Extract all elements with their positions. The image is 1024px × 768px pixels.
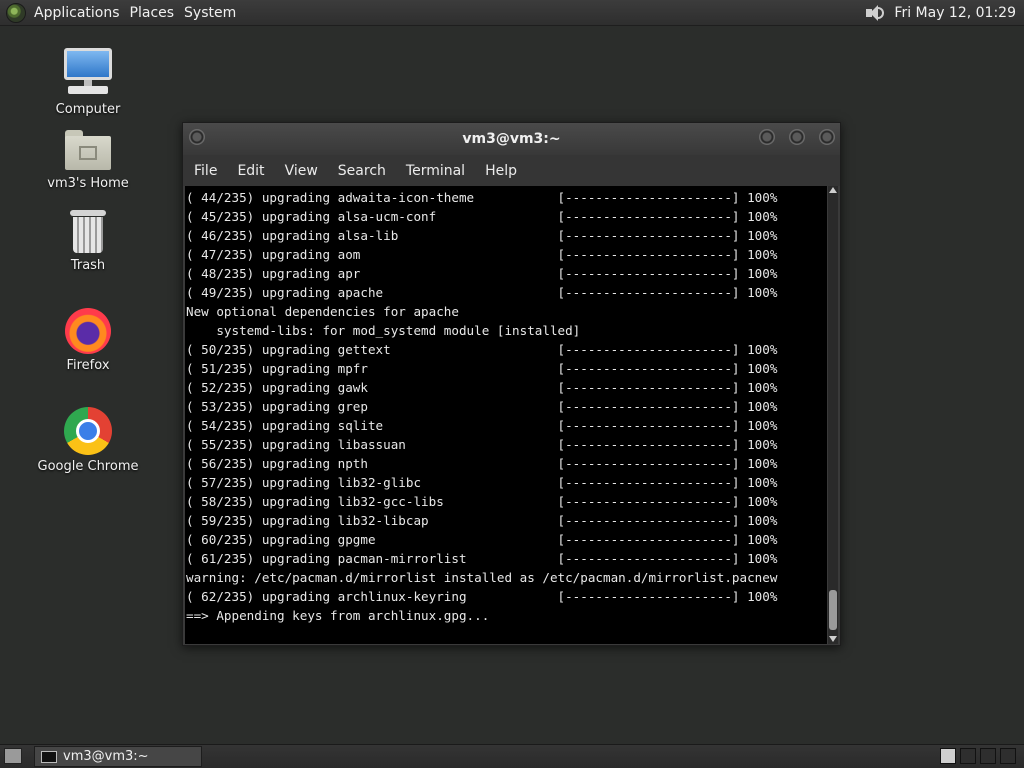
- distro-logo-icon[interactable]: [6, 2, 26, 23]
- scrollbar-thumb[interactable]: [829, 590, 837, 630]
- menu-help[interactable]: Help: [475, 163, 527, 179]
- desktop-icon-chrome[interactable]: Google Chrome: [28, 407, 148, 474]
- taskbar-item-label: vm3@vm3:~: [63, 749, 149, 764]
- places-menu[interactable]: Places: [128, 5, 183, 21]
- terminal-text: ( 44/235) upgrading adwaita-icon-theme […: [185, 186, 827, 625]
- terminal-line: ( 48/235) upgrading apr [---------------…: [186, 266, 778, 281]
- panel-tray: Fri May 12, 01:29: [864, 0, 1024, 26]
- terminal-line: ( 61/235) upgrading pacman-mirrorlist [-…: [186, 551, 778, 566]
- top-panel: Applications Places System Fri May 12, 0…: [0, 0, 1024, 26]
- desktop-icon-label: Google Chrome: [37, 459, 139, 474]
- trash-icon: [70, 210, 106, 254]
- window-title: vm3@vm3:~: [462, 131, 561, 147]
- terminal-line: ( 54/235) upgrading sqlite [------------…: [186, 418, 778, 433]
- menu-edit[interactable]: Edit: [227, 163, 274, 179]
- desktop-icon-label: Firefox: [66, 358, 110, 373]
- terminal-line: ( 50/235) upgrading gettext [-----------…: [186, 342, 778, 357]
- terminal-line: ( 55/235) upgrading libassuan [---------…: [186, 437, 778, 452]
- terminal-line: ( 57/235) upgrading lib32-glibc [-------…: [186, 475, 778, 490]
- terminal-line: warning: /etc/pacman.d/mirrorlist instal…: [186, 570, 778, 585]
- computer-icon: [64, 46, 112, 98]
- terminal-line: ( 59/235) upgrading lib32-libcap [------…: [186, 513, 778, 528]
- terminal-line: ( 44/235) upgrading adwaita-icon-theme […: [186, 190, 778, 205]
- workspace-1[interactable]: [940, 748, 956, 764]
- terminal-line: ( 53/235) upgrading grep [--------------…: [186, 399, 778, 414]
- scroll-down-icon[interactable]: [829, 636, 837, 642]
- desktop-icon-trash[interactable]: Trash: [28, 210, 148, 273]
- desktop-icon-firefox[interactable]: Firefox: [28, 308, 148, 373]
- terminal-line: ( 47/235) upgrading aom [---------------…: [186, 247, 778, 262]
- chrome-icon: [64, 407, 112, 455]
- desktop-icon-label: vm3's Home: [47, 176, 129, 191]
- terminal-output[interactable]: ( 44/235) upgrading adwaita-icon-theme […: [185, 186, 827, 644]
- terminal-line: ( 46/235) upgrading alsa-lib [----------…: [186, 228, 778, 243]
- workspace-4[interactable]: [1000, 748, 1016, 764]
- clock[interactable]: Fri May 12, 01:29: [894, 5, 1024, 21]
- minimize-button[interactable]: [759, 129, 775, 145]
- taskbar-item-terminal[interactable]: vm3@vm3:~: [34, 746, 202, 767]
- terminal-line: ( 45/235) upgrading alsa-ucm-conf [-----…: [186, 209, 778, 224]
- desktop-icon-home[interactable]: vm3's Home: [28, 130, 148, 191]
- menu-search[interactable]: Search: [328, 163, 396, 179]
- terminal-line: systemd-libs: for mod_systemd module [in…: [186, 323, 581, 338]
- bottom-panel: vm3@vm3:~: [0, 744, 1024, 768]
- terminal-scrollbar[interactable]: [828, 186, 838, 644]
- terminal-line: ( 52/235) upgrading gawk [--------------…: [186, 380, 778, 395]
- speaker-icon[interactable]: [864, 3, 886, 23]
- scroll-up-icon[interactable]: [829, 187, 837, 193]
- terminal-line: ( 62/235) upgrading archlinux-keyring [-…: [186, 589, 778, 604]
- terminal-icon: [41, 750, 57, 763]
- terminal-window[interactable]: vm3@vm3:~ File Edit View Search Terminal…: [182, 122, 841, 646]
- terminal-line: New optional dependencies for apache: [186, 304, 459, 319]
- menu-file[interactable]: File: [183, 163, 227, 179]
- workspace-3[interactable]: [980, 748, 996, 764]
- firefox-icon: [65, 308, 111, 354]
- home-folder-icon: [65, 130, 111, 172]
- terminal-line: ( 51/235) upgrading mpfr [--------------…: [186, 361, 778, 376]
- system-menu[interactable]: System: [182, 5, 244, 21]
- menu-terminal[interactable]: Terminal: [396, 163, 475, 179]
- terminal-menubar: File Edit View Search Terminal Help: [183, 155, 840, 186]
- terminal-line: ( 58/235) upgrading lib32-gcc-libs [----…: [186, 494, 778, 509]
- desktop-icon-label: Trash: [70, 258, 106, 273]
- terminal-line: ( 56/235) upgrading npth [--------------…: [186, 456, 778, 471]
- maximize-button[interactable]: [789, 129, 805, 145]
- menu-view[interactable]: View: [275, 163, 328, 179]
- desktop-icon-computer[interactable]: Computer: [28, 46, 148, 117]
- terminal-line: ( 49/235) upgrading apache [------------…: [186, 285, 778, 300]
- workspace-2[interactable]: [960, 748, 976, 764]
- terminal-line: ==> Appending keys from archlinux.gpg...: [186, 608, 490, 623]
- show-desktop-icon[interactable]: [4, 748, 22, 764]
- terminal-line: ( 60/235) upgrading gpgme [-------------…: [186, 532, 778, 547]
- close-button[interactable]: [819, 129, 835, 145]
- window-titlebar[interactable]: vm3@vm3:~: [183, 123, 840, 155]
- applications-menu[interactable]: Applications: [32, 5, 128, 21]
- desktop-icon-label: Computer: [55, 102, 121, 117]
